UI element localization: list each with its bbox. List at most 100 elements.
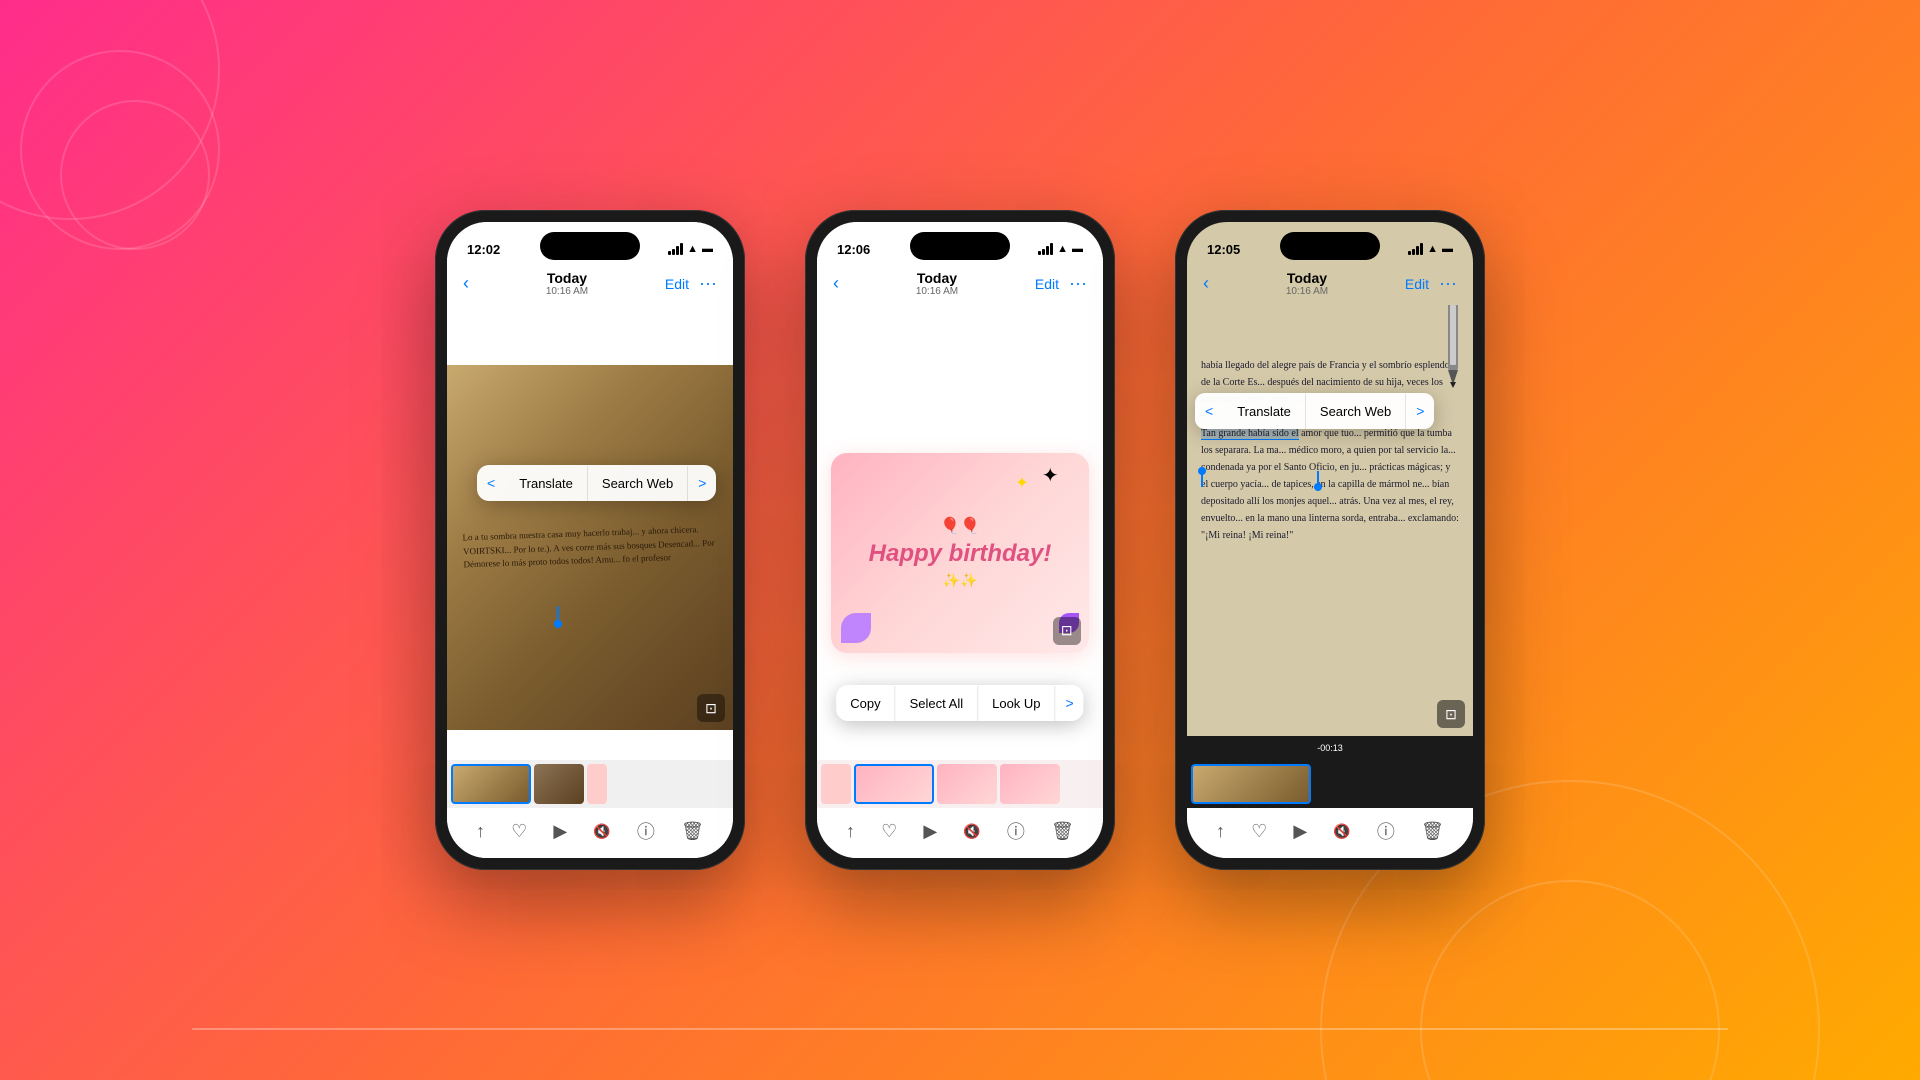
- play-btn-3[interactable]: ▶: [1293, 821, 1307, 842]
- battery-1: ▬: [702, 243, 713, 255]
- toolbar-1: ↑ ♡ ▶ 🔇 ⓘ 🗑: [447, 808, 733, 858]
- dynamic-island-3: [1280, 232, 1380, 260]
- bottom-whitespace-2: [817, 730, 1103, 760]
- dynamic-island-1: [540, 232, 640, 260]
- mute-btn-3[interactable]: 🔇: [1333, 823, 1350, 840]
- bar-6: [1042, 249, 1045, 255]
- live-text-icon-1: ⊡: [705, 700, 717, 717]
- thumbnail-strip-2: [817, 760, 1103, 808]
- signal-3: [1408, 243, 1423, 255]
- cm1-arrow-right[interactable]: >: [688, 465, 716, 501]
- content-1: Lo a tu sombra nuestra casa muy hacerlo …: [447, 365, 733, 730]
- context-menu-3: < Translate Search Web >: [1195, 393, 1434, 429]
- status-icons-2: ▲ ▬: [1038, 243, 1083, 255]
- more-btn-1[interactable]: ···: [699, 273, 717, 294]
- nav-center-1: Today 10:16 AM: [546, 270, 588, 297]
- wifi-2: ▲: [1057, 243, 1068, 255]
- signal-1: [668, 243, 683, 255]
- mute-btn-1[interactable]: 🔇: [593, 823, 610, 840]
- thumb-1[interactable]: [451, 764, 531, 804]
- phone-2-screen: 12:06 ▲ ▬ ‹ Today 10:16 AM: [817, 222, 1103, 858]
- info-btn-2[interactable]: ⓘ: [1007, 818, 1025, 844]
- nav-bar-2: ‹ Today 10:16 AM Edit ···: [817, 266, 1103, 305]
- bar-4: [680, 243, 683, 255]
- top-whitespace-2: [817, 305, 1103, 375]
- share-btn-2[interactable]: ↑: [846, 821, 855, 842]
- balloons: 🎈🎈: [869, 516, 1052, 536]
- edit-btn-3[interactable]: Edit: [1405, 276, 1429, 292]
- mute-btn-2[interactable]: 🔇: [963, 823, 980, 840]
- book-text-after: amor que tuo... permitió que la tumba lo…: [1201, 428, 1459, 541]
- more-btn-2[interactable]: ···: [1069, 273, 1087, 294]
- circle-5: [1420, 880, 1720, 1080]
- thumb-2[interactable]: [534, 764, 584, 804]
- thumb-3[interactable]: [587, 764, 607, 804]
- copy-btn-2[interactable]: Copy: [836, 686, 895, 721]
- battery-3: ▬: [1442, 243, 1453, 255]
- back-btn-2[interactable]: ‹: [833, 273, 839, 294]
- heart-btn-2[interactable]: ♡: [881, 821, 897, 842]
- play-btn-2[interactable]: ▶: [923, 821, 937, 842]
- look-up-btn-2[interactable]: Look Up: [978, 686, 1055, 721]
- delete-btn-3[interactable]: 🗑: [1421, 821, 1444, 842]
- live-text-btn-2[interactable]: ⊡: [1053, 617, 1081, 645]
- delete-btn-1[interactable]: 🗑: [681, 821, 704, 842]
- nav-subtitle-1: 10:16 AM: [546, 286, 588, 297]
- translate-btn-3[interactable]: Translate: [1223, 394, 1306, 429]
- firework-2: ✦: [1015, 473, 1028, 493]
- select-all-btn-2[interactable]: Select All: [896, 686, 978, 721]
- birthday-text: Happy birthday!: [869, 540, 1052, 568]
- sel-end-dot: [1314, 483, 1322, 491]
- bar-5: [1038, 251, 1041, 255]
- edit-btn-1[interactable]: Edit: [665, 276, 689, 292]
- phone-3-screen: 12:05 ▲ ▬ ‹ Today 10:16 AM: [1187, 222, 1473, 858]
- thumb-4[interactable]: [821, 764, 851, 804]
- phones-container: 12:02 ▲ ▬ ‹ Today 10:16 AM: [435, 210, 1485, 870]
- bar-8: [1050, 243, 1053, 255]
- heart-btn-1[interactable]: ♡: [511, 821, 527, 842]
- sel-end-handle: [1317, 471, 1319, 487]
- info-btn-1[interactable]: ⓘ: [637, 818, 655, 844]
- bar-1: [668, 251, 671, 255]
- back-btn-3[interactable]: ‹: [1203, 273, 1209, 294]
- thumb-7[interactable]: [1000, 764, 1060, 804]
- cm3-arrow-left[interactable]: <: [1195, 393, 1223, 429]
- thumb-5[interactable]: [854, 764, 934, 804]
- back-btn-1[interactable]: ‹: [463, 273, 469, 294]
- heart-btn-3[interactable]: ♡: [1251, 821, 1267, 842]
- firework-1: ✦: [1042, 463, 1059, 488]
- live-text-btn-3[interactable]: ⊡: [1437, 700, 1465, 728]
- live-text-btn-1[interactable]: ⊡: [697, 694, 725, 722]
- thumb-8[interactable]: [1191, 764, 1311, 804]
- bar-3: [676, 246, 679, 255]
- circle-3: [60, 100, 210, 250]
- phone-2: 12:06 ▲ ▬ ‹ Today 10:16 AM: [805, 210, 1115, 870]
- cm1-arrow-left[interactable]: <: [477, 465, 505, 501]
- birthday-text-area: 🎈🎈 Happy birthday! ✨✨: [869, 516, 1052, 589]
- context-menu-1: < Translate Search Web >: [477, 465, 716, 501]
- share-btn-1[interactable]: ↑: [476, 821, 485, 842]
- cm2-arrow-right[interactable]: >: [1056, 685, 1084, 721]
- thumb-6[interactable]: [937, 764, 997, 804]
- translate-btn-1[interactable]: Translate: [505, 466, 588, 501]
- book-content-3: < Translate Search Web > había llegado d…: [1187, 305, 1473, 736]
- wifi-1: ▲: [687, 243, 698, 255]
- bar-9: [1408, 251, 1411, 255]
- nav-center-3: Today 10:16 AM: [1286, 270, 1328, 297]
- search-web-btn-3[interactable]: Search Web: [1306, 394, 1406, 429]
- birthday-content: ✦ ✦ 🎈🎈 Happy birthday! ✨✨ ⊡ Copy: [817, 375, 1103, 730]
- more-btn-3[interactable]: ···: [1439, 273, 1457, 294]
- info-btn-3[interactable]: ⓘ: [1377, 818, 1395, 844]
- circle-2: [20, 50, 220, 250]
- edit-btn-2[interactable]: Edit: [1035, 276, 1059, 292]
- search-web-btn-1[interactable]: Search Web: [588, 466, 688, 501]
- play-btn-1[interactable]: ▶: [553, 821, 567, 842]
- sel-start-dot: [1198, 467, 1206, 475]
- battery-2: ▬: [1072, 243, 1083, 255]
- phone-3: 12:05 ▲ ▬ ‹ Today 10:16 AM: [1175, 210, 1485, 870]
- bar-11: [1416, 246, 1419, 255]
- delete-btn-2[interactable]: 🗑: [1051, 821, 1074, 842]
- share-btn-3[interactable]: ↑: [1216, 821, 1225, 842]
- cm3-arrow-right[interactable]: >: [1406, 393, 1434, 429]
- circle-1: [0, 0, 220, 220]
